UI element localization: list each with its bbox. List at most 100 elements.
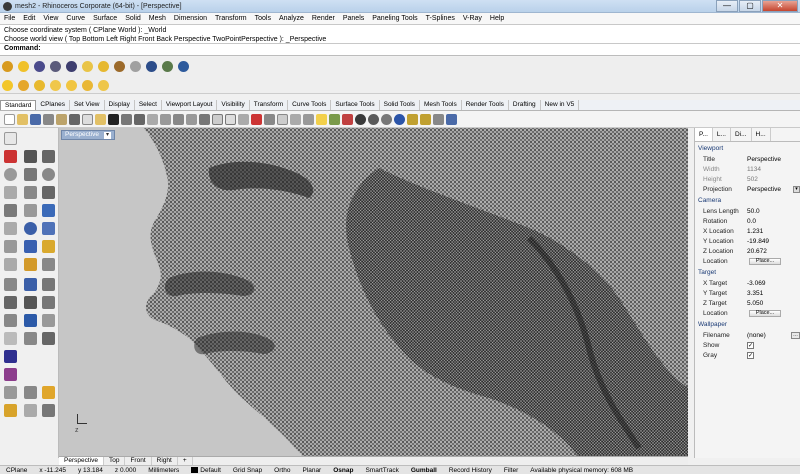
- vray-sphere-icon[interactable]: [146, 61, 157, 72]
- render-icon[interactable]: [42, 386, 55, 399]
- toggle-osnap[interactable]: Osnap: [327, 467, 359, 474]
- polyline-icon[interactable]: [24, 150, 37, 163]
- vray-frame-buffer-icon[interactable]: [50, 61, 61, 72]
- point-light-icon[interactable]: [50, 80, 61, 91]
- select-all-icon[interactable]: [277, 113, 288, 125]
- import-icon[interactable]: [56, 113, 67, 125]
- place-camera-button[interactable]: Place...: [749, 257, 781, 265]
- explode-icon[interactable]: [4, 296, 17, 309]
- menu-panels[interactable]: Panels: [339, 15, 368, 22]
- vray-options-icon[interactable]: [18, 61, 29, 72]
- toggle-filter[interactable]: Filter: [498, 467, 524, 474]
- mirror-icon[interactable]: [42, 314, 55, 327]
- vray-proxy-icon[interactable]: [130, 61, 141, 72]
- z-target-field[interactable]: 5.050: [745, 300, 800, 307]
- lock-icon[interactable]: [303, 113, 314, 125]
- curve-icon[interactable]: [42, 150, 55, 163]
- polygon-icon[interactable]: [24, 186, 37, 199]
- copy-object-icon[interactable]: [42, 296, 55, 309]
- eraser-icon[interactable]: [42, 404, 55, 417]
- arc-icon[interactable]: [24, 168, 37, 181]
- properties-icon[interactable]: [342, 113, 353, 125]
- menu-view[interactable]: View: [39, 15, 62, 22]
- loft-icon[interactable]: [42, 204, 55, 217]
- rectangle-icon[interactable]: [4, 186, 17, 199]
- tab-display[interactable]: Display: [105, 100, 135, 110]
- menu-mesh[interactable]: Mesh: [145, 15, 170, 22]
- tab-visibility[interactable]: Visibility: [217, 100, 250, 110]
- menu-help[interactable]: Help: [486, 15, 508, 22]
- grid-icon[interactable]: [225, 113, 236, 125]
- menu-transform[interactable]: Transform: [211, 15, 251, 22]
- dimension-icon[interactable]: [24, 332, 37, 345]
- menu-curve[interactable]: Curve: [62, 15, 89, 22]
- menu-t-splines[interactable]: T-Splines: [422, 15, 459, 22]
- hide-icon[interactable]: [290, 113, 301, 125]
- perspective-viewport[interactable]: Perspective ▾ z: [59, 128, 688, 458]
- dome-light-icon[interactable]: [82, 80, 93, 91]
- vray-plane-icon[interactable]: [162, 61, 173, 72]
- layer-icon[interactable]: [329, 113, 340, 125]
- boolean-icon[interactable]: [24, 240, 37, 253]
- tab-select[interactable]: Select: [135, 100, 162, 110]
- move-icon[interactable]: [24, 296, 37, 309]
- annotation-icon[interactable]: [24, 404, 37, 417]
- tab-cplanes[interactable]: CPlanes: [36, 100, 70, 110]
- tab-mesh-tools[interactable]: Mesh Tools: [420, 100, 462, 110]
- light-bulb-icon[interactable]: [18, 80, 29, 91]
- panel-tab-display[interactable]: Di...: [731, 128, 752, 141]
- ies-light-icon[interactable]: [98, 80, 109, 91]
- trim-icon[interactable]: [4, 278, 17, 291]
- menu-dimension[interactable]: Dimension: [170, 15, 211, 22]
- panel-tab-layers[interactable]: L...: [713, 128, 731, 141]
- lens-length-field[interactable]: 50.0: [745, 208, 800, 215]
- sphere-icon[interactable]: [24, 222, 37, 235]
- gray-wallpaper-checkbox[interactable]: ✓: [747, 351, 754, 359]
- menu-tools[interactable]: Tools: [251, 15, 275, 22]
- vray-help-icon[interactable]: [178, 61, 189, 72]
- layer-state-icon[interactable]: [24, 386, 37, 399]
- status-cplane[interactable]: CPlane: [0, 467, 33, 474]
- print-icon[interactable]: [43, 113, 54, 125]
- show-wallpaper-checkbox[interactable]: ✓: [747, 341, 754, 349]
- menu-edit[interactable]: Edit: [19, 15, 39, 22]
- vray-light-icon[interactable]: [82, 61, 93, 72]
- zoom-extents-icon[interactable]: [173, 113, 184, 125]
- copy-icon[interactable]: [82, 113, 93, 125]
- box-icon[interactable]: [4, 222, 17, 235]
- rect-light-icon[interactable]: [66, 80, 77, 91]
- status-layer[interactable]: Default: [185, 467, 227, 474]
- text-icon[interactable]: [42, 332, 55, 345]
- chevron-down-icon[interactable]: ▾: [793, 185, 800, 193]
- x-target-field[interactable]: -3.069: [745, 280, 800, 287]
- tab-new-in-v5[interactable]: New in V5: [541, 100, 580, 110]
- zoom-icon[interactable]: [147, 113, 158, 125]
- cplane-icon[interactable]: [251, 113, 262, 125]
- split-icon[interactable]: [24, 278, 37, 291]
- four-viewports-icon[interactable]: [212, 113, 223, 125]
- cube-icon[interactable]: [4, 258, 17, 271]
- vray-rt-icon[interactable]: [66, 61, 77, 72]
- place-target-button[interactable]: Place...: [749, 309, 781, 317]
- pencil-icon[interactable]: [4, 404, 17, 417]
- viewport-title-field[interactable]: Perspective: [745, 156, 800, 163]
- array-icon[interactable]: [4, 332, 17, 345]
- viewport-tab-top[interactable]: Top: [104, 457, 126, 465]
- menu-solid[interactable]: Solid: [121, 15, 145, 22]
- chevron-down-icon[interactable]: ▾: [103, 131, 111, 139]
- viewport-tab-perspective[interactable]: Perspective: [59, 457, 104, 465]
- tab-solid-tools[interactable]: Solid Tools: [380, 100, 420, 110]
- cap-icon[interactable]: [42, 258, 55, 271]
- tab-standard[interactable]: Standard: [0, 100, 37, 110]
- close-button[interactable]: ✕: [762, 0, 798, 12]
- rotate-view-icon[interactable]: [134, 113, 145, 125]
- minimize-button[interactable]: —: [716, 0, 738, 12]
- tab-render-tools[interactable]: Render Tools: [462, 100, 509, 110]
- environment-sphere-icon[interactable]: [394, 113, 405, 125]
- point-icon[interactable]: [4, 150, 17, 163]
- panel-icon[interactable]: [4, 350, 17, 363]
- menu-render[interactable]: Render: [308, 15, 339, 22]
- y-location-field[interactable]: -19.849: [745, 238, 800, 245]
- select-icon[interactable]: [238, 113, 249, 125]
- analyze-icon[interactable]: [4, 368, 17, 381]
